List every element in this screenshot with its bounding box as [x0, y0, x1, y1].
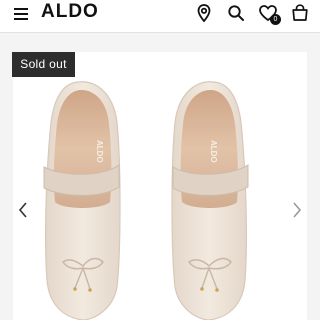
right-insole-logo: ALDO	[209, 140, 218, 163]
wishlist-count-badge: 0	[270, 14, 281, 25]
product-image-carousel[interactable]: ALDO ALDO	[13, 52, 307, 320]
location-pin-icon[interactable]	[194, 3, 214, 23]
chevron-left-icon[interactable]	[16, 200, 30, 220]
left-insole-logo: ALDO	[95, 140, 104, 163]
wishlist-heart-icon[interactable]: 0	[258, 3, 281, 25]
chevron-right-icon[interactable]	[290, 200, 304, 220]
header-divider	[0, 32, 320, 33]
right-shoe: ALDO	[171, 81, 249, 320]
brand-logo[interactable]: ALDO	[41, 1, 99, 23]
sold-out-badge: Sold out	[12, 52, 75, 77]
top-header: ALDO 0	[0, 0, 320, 32]
product-image: ALDO ALDO	[43, 81, 249, 320]
shopping-bag-icon[interactable]	[290, 3, 310, 23]
search-icon[interactable]	[226, 3, 246, 23]
hamburger-menu-icon[interactable]	[14, 6, 30, 22]
left-shoe: ALDO	[43, 81, 121, 320]
